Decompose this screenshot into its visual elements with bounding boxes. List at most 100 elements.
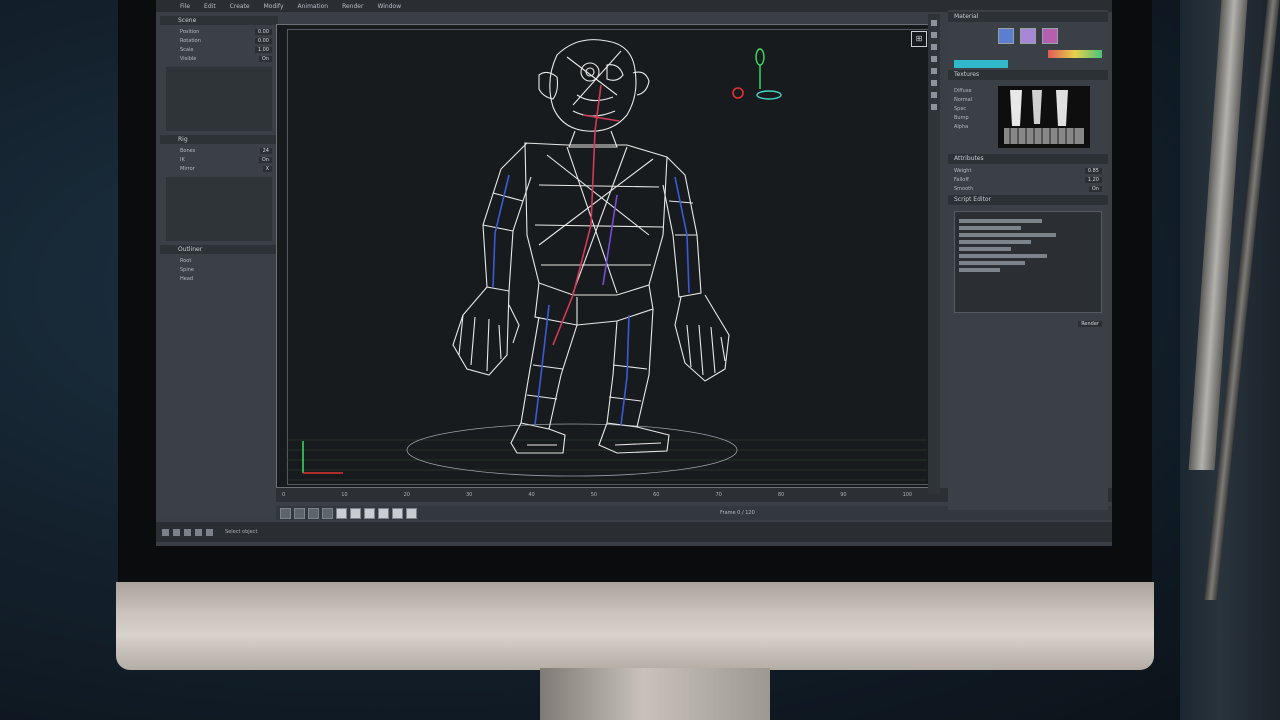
timeline-tick: 60 xyxy=(653,492,660,498)
texture-thumbnail[interactable] xyxy=(998,86,1090,148)
attribute-row[interactable]: Smooth On xyxy=(948,184,1108,193)
play-button[interactable] xyxy=(336,507,347,519)
play-reverse-button[interactable] xyxy=(322,507,333,519)
property-value[interactable]: On xyxy=(258,55,272,62)
property-label: Visible xyxy=(180,55,197,62)
property-value[interactable]: 1.00 xyxy=(254,46,272,53)
property-value[interactable]: 0.00 xyxy=(254,28,272,35)
code-line xyxy=(959,254,1048,258)
transform-gizmo[interactable] xyxy=(732,48,782,100)
channel-bar[interactable] xyxy=(954,60,1008,68)
property-row[interactable]: Mirror X xyxy=(160,164,278,173)
color-ramp[interactable] xyxy=(1048,50,1102,58)
scene-section-header[interactable]: Scene xyxy=(160,16,278,25)
3d-viewport[interactable]: ⊞ xyxy=(276,24,938,488)
property-row[interactable]: Rotation 0.00 xyxy=(160,36,278,45)
outliner-item[interactable]: Head xyxy=(160,274,278,283)
leg-texture-image xyxy=(998,86,1090,148)
code-line xyxy=(959,247,1012,251)
timeline-tick: 10 xyxy=(341,492,348,498)
menu-animation[interactable]: Animation xyxy=(298,3,329,10)
outliner-item[interactable]: Spine xyxy=(160,265,278,274)
outliner-item[interactable]: Root xyxy=(160,256,278,265)
script-editor-section-header[interactable]: Script Editor xyxy=(948,195,1108,205)
material-swatches xyxy=(948,24,1108,48)
property-value[interactable]: On xyxy=(258,156,272,163)
texture-channel-list: Diffuse Normal Spec Bump Alpha xyxy=(954,86,994,148)
next-frame-button[interactable] xyxy=(350,507,361,519)
rig-section-header[interactable]: Rig xyxy=(160,135,278,144)
property-value[interactable]: X xyxy=(262,165,272,172)
code-line xyxy=(959,226,1022,230)
property-row[interactable]: Visible On xyxy=(160,54,278,63)
material-swatch[interactable] xyxy=(1020,28,1036,44)
property-row[interactable]: Scale 1.00 xyxy=(160,45,278,54)
move-tool-icon[interactable] xyxy=(162,528,169,536)
loop-button[interactable] xyxy=(392,507,403,519)
snap-tool-icon[interactable] xyxy=(195,528,202,536)
material-swatch[interactable] xyxy=(1042,28,1058,44)
attribute-label: Weight xyxy=(954,167,972,174)
next-key-button[interactable] xyxy=(364,507,375,519)
rig-preview-box xyxy=(166,177,272,241)
attribute-value[interactable]: On xyxy=(1088,185,1102,192)
attribute-value[interactable]: 0.85 xyxy=(1084,167,1102,174)
last-frame-button[interactable] xyxy=(378,507,389,519)
property-row[interactable]: IK On xyxy=(160,155,278,164)
texture-channel-label: Spec xyxy=(954,105,967,112)
code-line xyxy=(959,268,1001,272)
property-label: Bones xyxy=(180,147,196,154)
code-line xyxy=(959,240,1031,244)
tool-icon[interactable] xyxy=(931,32,937,38)
timeline-tick: 40 xyxy=(528,492,535,498)
tool-icon[interactable] xyxy=(931,92,937,98)
attributes-section-header[interactable]: Attributes xyxy=(948,154,1108,164)
attribute-row[interactable]: Falloff 1.20 xyxy=(948,175,1108,184)
texture-channel[interactable]: Spec xyxy=(954,104,994,113)
skeleton-bones[interactable] xyxy=(492,84,690,426)
render-button[interactable]: Render xyxy=(1078,320,1102,327)
menu-window[interactable]: Window xyxy=(377,3,401,10)
scale-tool-icon[interactable] xyxy=(184,528,191,536)
render-row: Render xyxy=(948,319,1108,328)
tool-icon[interactable] xyxy=(931,68,937,74)
prev-frame-button[interactable] xyxy=(308,507,319,519)
menu-create[interactable]: Create xyxy=(230,3,250,10)
texture-channel[interactable]: Bump xyxy=(954,113,994,122)
texture-channel[interactable]: Diffuse xyxy=(954,86,994,95)
script-editor[interactable] xyxy=(954,211,1102,313)
status-message: Select object xyxy=(225,529,258,535)
property-value[interactable]: 0.00 xyxy=(254,37,272,44)
property-label: Position xyxy=(180,28,200,35)
property-value[interactable]: 24 xyxy=(259,147,272,154)
menu-modify[interactable]: Modify xyxy=(264,3,284,10)
scene-preview-box xyxy=(166,67,272,131)
rotate-tool-icon[interactable] xyxy=(173,528,180,536)
tool-icon[interactable] xyxy=(931,104,937,110)
textures-section-header[interactable]: Textures xyxy=(948,70,1108,80)
texture-channel-label: Alpha xyxy=(954,123,969,130)
attribute-value[interactable]: 1.20 xyxy=(1084,176,1102,183)
code-line xyxy=(959,261,1026,265)
menu-render[interactable]: Render xyxy=(342,3,363,10)
first-frame-button[interactable] xyxy=(280,507,291,519)
property-label: IK xyxy=(180,156,185,163)
menu-file[interactable]: File xyxy=(180,3,190,10)
texture-channel[interactable]: Normal xyxy=(954,95,994,104)
outliner-section-header[interactable]: Outliner xyxy=(160,245,278,254)
material-section-header[interactable]: Material xyxy=(948,12,1108,22)
tool-icon[interactable] xyxy=(931,44,937,50)
property-row[interactable]: Position 0.00 xyxy=(160,27,278,36)
tool-icon[interactable] xyxy=(931,80,937,86)
select-tool-icon[interactable] xyxy=(206,528,213,536)
material-swatch[interactable] xyxy=(998,28,1014,44)
texture-channel[interactable]: Alpha xyxy=(954,122,994,131)
outliner-label: Spine xyxy=(180,266,194,273)
menu-edit[interactable]: Edit xyxy=(204,3,216,10)
prev-key-button[interactable] xyxy=(294,507,305,519)
tool-icon[interactable] xyxy=(931,20,937,26)
attribute-row[interactable]: Weight 0.85 xyxy=(948,166,1108,175)
tool-icon[interactable] xyxy=(931,56,937,62)
property-row[interactable]: Bones 24 xyxy=(160,146,278,155)
autokey-button[interactable] xyxy=(406,507,417,519)
